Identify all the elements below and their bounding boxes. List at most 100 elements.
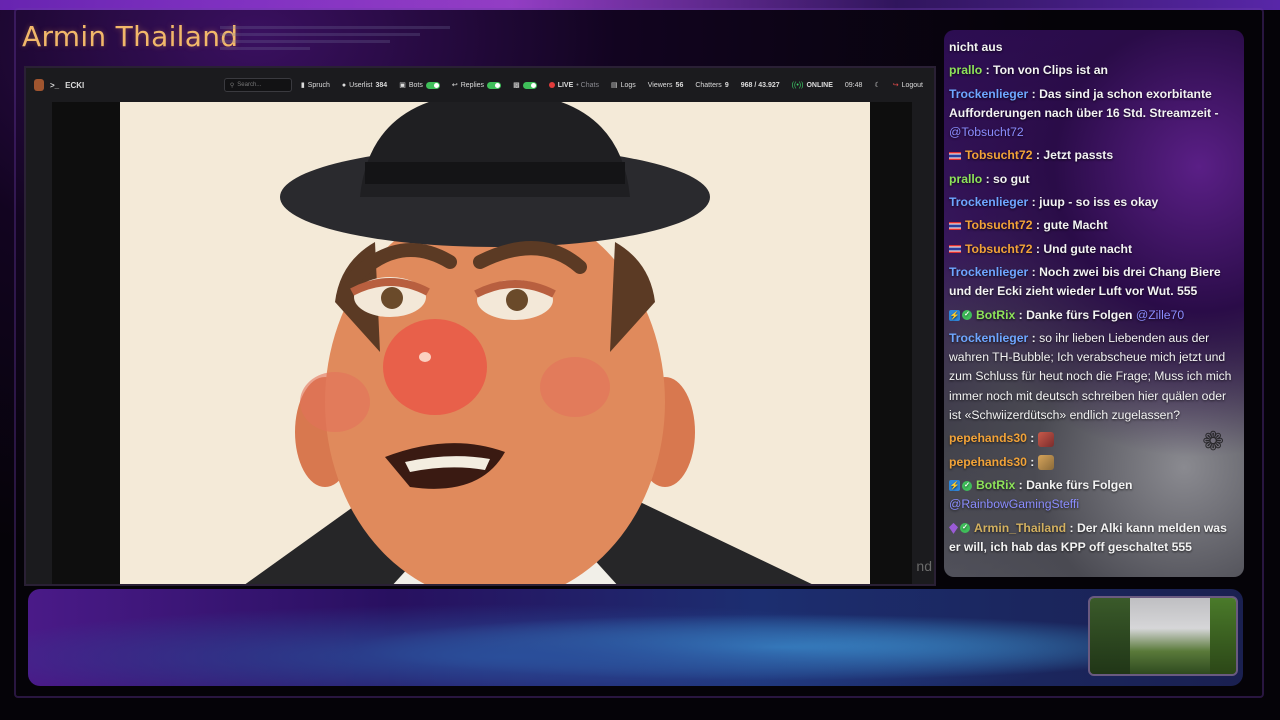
chat-username[interactable]: Tobsucht72 xyxy=(965,148,1033,162)
top-neon-strip xyxy=(0,0,1280,10)
chats-text: Chats xyxy=(580,81,599,89)
online-status: ((•)) ONLINE xyxy=(789,78,836,92)
chat-message: Trockenlieger : so ihr lieben Liebenden … xyxy=(949,330,1232,423)
chat-message: Trockenlieger : Noch zwei bis drei Chang… xyxy=(949,264,1221,299)
userlist-count: 384 xyxy=(375,81,388,89)
chat-username[interactable]: Tobsucht72 xyxy=(965,242,1033,256)
brand-title: Armin Thailand xyxy=(22,20,239,53)
signal-icon: ((•)) xyxy=(791,81,804,89)
logs-icon: ▤ xyxy=(610,82,618,89)
moderator-badge-icon: ⚡ xyxy=(949,309,960,321)
userlist-label: Userlist xyxy=(349,81,373,89)
logout-icon: ↪ xyxy=(892,82,899,89)
chat-username[interactable]: BotRix xyxy=(976,308,1015,322)
chat-message: ⚡ ✓ BotRix : Danke fürs Folgen @Zille70 xyxy=(949,307,1185,322)
chat-message: prallo : Ton von Clips ist an xyxy=(949,63,1108,78)
decorative-lines xyxy=(220,22,460,62)
verified-badge-icon: ✓ xyxy=(962,480,972,491)
search-input[interactable]: ⚲ Search... xyxy=(223,78,292,92)
chat-username[interactable]: Tobsucht72 xyxy=(965,218,1033,232)
chat-username[interactable]: pepehands30 xyxy=(949,455,1027,469)
chat-mention[interactable]: @Tobsucht72 xyxy=(949,125,1024,139)
chat-message: ⚡ ✓ BotRix : Danke fürs Folgen @RainbowGam… xyxy=(949,477,1133,512)
search-icon: ⚲ xyxy=(229,82,235,89)
replies-toggle[interactable]: ↩ Replies xyxy=(449,78,504,92)
webcam-feed xyxy=(1088,596,1238,676)
viewers-label: Viewers xyxy=(647,81,673,89)
extra-switch[interactable] xyxy=(522,81,537,89)
chatters-stat: Chatters 9 xyxy=(692,78,731,92)
online-label: ONLINE xyxy=(806,81,833,89)
video-frame: >_ ECKI ⚲ Search... ▮ Spruch ● Userlist … xyxy=(24,66,936,586)
moon-icon: ☾ xyxy=(874,82,881,89)
chat-username[interactable]: Trockenlieger xyxy=(949,87,1028,101)
video-caption-fragment: nd xyxy=(916,558,932,574)
chat-panel[interactable]: nicht aus prallo : Ton von Clips ist an … xyxy=(944,30,1244,577)
cartoon-man-illustration xyxy=(245,102,812,584)
userlist-button[interactable]: ● Userlist 384 xyxy=(339,78,390,92)
extra-toggle[interactable]: ▩ xyxy=(510,78,540,92)
replies-switch[interactable] xyxy=(487,81,502,89)
chat-message: Trockenlieger : Das sind ja schon exorbi… xyxy=(949,86,1219,140)
chat-username[interactable]: BotRix xyxy=(976,478,1015,492)
chat-text: juup - so iss es okay xyxy=(1039,195,1159,210)
stream-overlay: Armin Thailand >_ ECKI ⚲ Search... ▮ Spr… xyxy=(0,0,1280,720)
chat-message: pepehands30 : xyxy=(949,453,1241,472)
channel-name[interactable]: ECKI xyxy=(65,81,84,90)
cam-foliage-left xyxy=(1090,598,1130,674)
replies-label: Replies xyxy=(460,81,485,89)
chat-message: Tobsucht72 : Jetzt passts xyxy=(949,146,1241,165)
bots-switch[interactable] xyxy=(425,81,440,89)
logout-button[interactable]: ↪ Logout xyxy=(890,78,926,92)
thai-flag-icon xyxy=(949,245,961,254)
chat-mention[interactable]: @Zille70 xyxy=(1136,308,1184,322)
bottom-info-bar xyxy=(28,589,1243,686)
chat-username[interactable]: Armin_Thailand xyxy=(974,521,1066,535)
video-left-gutter xyxy=(26,102,52,584)
chat-message: Trockenlieger : juup - so iss es okay xyxy=(949,195,1159,210)
logout-label: Logout xyxy=(901,81,923,89)
clock-time: 09:48 xyxy=(844,81,863,89)
logs-label: Logs xyxy=(620,81,636,89)
follower-stats-value: 968 / 43.927 xyxy=(740,81,780,89)
verified-badge-icon: ✓ xyxy=(962,310,972,321)
chat-text: Ton von Clips ist an xyxy=(993,63,1108,78)
chat-username[interactable]: Trockenlieger xyxy=(949,195,1028,209)
logs-button[interactable]: ▤ Logs xyxy=(608,78,639,92)
chat-username[interactable]: pepehands30 xyxy=(949,431,1027,445)
spruch-button[interactable]: ▮ Spruch xyxy=(298,78,333,92)
beer-emote-icon xyxy=(1037,454,1054,470)
bots-toggle[interactable]: ▣ Bots xyxy=(396,78,443,92)
bots-label: Bots xyxy=(408,81,423,89)
channel-avatar xyxy=(34,79,44,91)
chat-message: prallo : so gut xyxy=(949,171,1030,186)
spruch-label: Spruch xyxy=(307,81,330,89)
stream-toolbar: >_ ECKI ⚲ Search... ▮ Spruch ● Userlist … xyxy=(26,68,934,102)
chat-messages: nicht aus prallo : Ton von Clips ist an … xyxy=(949,38,1241,561)
live-dot-icon xyxy=(548,82,555,88)
viewers-count: 56 xyxy=(675,81,684,89)
chat-username[interactable]: prallo xyxy=(949,63,982,77)
chat-message: nicht aus xyxy=(949,38,1241,57)
chat-text: Und gute nacht xyxy=(1043,241,1133,256)
paw-print-icon: ❁ xyxy=(1202,426,1224,456)
pepe-emote-icon xyxy=(1037,431,1054,447)
search-placeholder: Search... xyxy=(237,82,262,88)
chat-text: Danke fürs Folgen xyxy=(1026,477,1133,492)
chatters-count: 9 xyxy=(724,81,729,89)
chat-message: ✓ Armin_Thailand : Der Alki kann melden w… xyxy=(949,520,1227,554)
chat-username[interactable]: Trockenlieger xyxy=(949,265,1028,279)
cam-foliage-right xyxy=(1210,598,1236,674)
reply-icon: ↩ xyxy=(451,82,458,89)
live-chats-button[interactable]: LIVE • Chats xyxy=(546,78,602,92)
theme-toggle[interactable]: ☾ xyxy=(871,78,883,92)
clock: 09:48 xyxy=(842,78,866,92)
chat-text: Danke fürs Folgen xyxy=(1026,307,1133,322)
chat-mention[interactable]: @RainbowGamingSteffi xyxy=(949,497,1079,511)
live-label: LIVE xyxy=(557,81,574,89)
chat-username[interactable]: prallo xyxy=(949,172,982,186)
robot-icon: ▩ xyxy=(513,82,520,89)
follower-stats: 968 / 43.927 xyxy=(738,78,783,92)
chat-username[interactable]: Trockenlieger xyxy=(949,331,1028,345)
message-icon: ▮ xyxy=(300,82,305,89)
